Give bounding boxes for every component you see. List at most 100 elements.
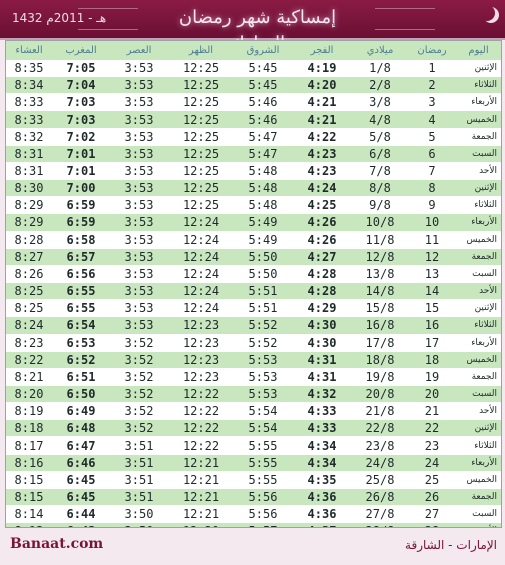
table-cell: 8:32	[6, 128, 52, 146]
table-cell: 3/8	[352, 93, 408, 112]
table-cell: 12/8	[352, 248, 408, 266]
table-cell: 4:21	[292, 110, 352, 129]
table-cell: 6:50	[52, 385, 110, 404]
table-cell: 3:52	[110, 351, 168, 369]
table-cell: 8:15	[6, 488, 52, 507]
column-header: العشاء	[6, 41, 52, 60]
table-cell: 3:52	[110, 385, 168, 404]
table-cell: 4:32	[292, 385, 352, 404]
table-cell: 12:25	[168, 110, 234, 129]
table-cell: 3:53	[110, 145, 168, 163]
table-cell: الثلاثاء	[456, 436, 501, 455]
table-cell: 3:53	[110, 248, 168, 266]
table-cell: 19	[408, 368, 456, 386]
table-cell: 7:05	[52, 60, 110, 78]
table-cell: 11/8	[352, 231, 408, 249]
table-cell: 8:17	[6, 436, 52, 455]
table-cell: الثلاثاء	[456, 196, 501, 215]
table-cell: 4:33	[292, 419, 352, 438]
table-cell: الثلاثاء	[456, 316, 501, 335]
table-cell: 8:20	[6, 385, 52, 404]
table-cell: السبت	[456, 505, 501, 524]
table-cell: الخميس	[456, 110, 501, 129]
table-cell: 5:46	[234, 93, 292, 112]
table-cell: الأحد	[456, 162, 501, 181]
table-cell: 8:24	[6, 316, 52, 335]
table-cell: 8	[408, 179, 456, 198]
table-cell: 10/8	[352, 213, 408, 232]
table-cell: 6	[408, 145, 456, 163]
table-cell: الأربعاء	[456, 334, 501, 352]
table-cell: 5:54	[234, 402, 292, 421]
table-row: 8:29 6:59 3:53 12:25 5:48 4:25 9/8 9 الثلاثاء	[6, 196, 501, 215]
table-cell: 5:54	[234, 419, 292, 438]
table-cell: 12:25	[168, 145, 234, 163]
table-cell: 12:23	[168, 368, 234, 386]
table-row: 8:34 7:04 3:53 12:25 5:45 4:20 2/8 2 الثلاثاء	[6, 76, 501, 95]
table-cell: 5:55	[234, 454, 292, 472]
table-cell: 3:50	[110, 505, 168, 524]
table-cell: 1/8	[352, 60, 408, 78]
table-cell: 23/8	[352, 436, 408, 455]
table-cell: 12:24	[168, 282, 234, 301]
table-cell: 8:19	[6, 402, 52, 421]
table-cell: 6:56	[52, 265, 110, 284]
table-cell: 27	[408, 505, 456, 524]
table-row: 8:25 6:55 3:53 12:24 5:51 4:28 14/8 14 الأحد	[6, 282, 501, 301]
table-cell: 4:30	[292, 316, 352, 335]
table-cell: 7:01	[52, 145, 110, 163]
table-row: 8:21 6:51 3:52 12:23 5:53 4:31 19/8 19 الجمعة	[6, 368, 501, 386]
table-cell: 5:47	[234, 128, 292, 146]
table-cell: 5:49	[234, 213, 292, 232]
table-row: 8:30 7:00 3:53 12:25 5:48 4:24 8/8 8 الإثنين	[6, 179, 501, 198]
table-cell: 6:46	[52, 454, 110, 472]
table-cell: 9/8	[352, 196, 408, 215]
table-row: 8:25 6:55 3:53 12:24 5:51 4:29 15/8 15 الإثنين	[6, 299, 501, 318]
table-cell: السبت	[456, 145, 501, 163]
table-cell: 4:24	[292, 179, 352, 198]
table-cell: 5:57	[234, 522, 292, 527]
column-header: رمضان	[408, 41, 456, 60]
table-cell: 16/8	[352, 316, 408, 335]
ramadan-schedule-table: العشاء المغرب العصر الظهر الشروق الفجر ميلادي ر…	[6, 41, 501, 527]
table-cell: 12:23	[168, 316, 234, 335]
table-cell: 13/8	[352, 265, 408, 284]
table-row: 8:17 6:47 3:51 12:22 5:55 4:34 23/8 23 الثلاثاء	[6, 436, 501, 455]
table-cell: 22	[408, 419, 456, 438]
table-cell: 17/8	[352, 334, 408, 352]
table-cell: 8:28	[6, 231, 52, 249]
table-cell: 3:53	[110, 316, 168, 335]
table-row: 8:27 6:57 3:53 12:24 5:50 4:27 12/8 12 الجمعة	[6, 248, 501, 266]
table-cell: 3:53	[110, 76, 168, 95]
table-cell: 22/8	[352, 419, 408, 438]
table-cell: الجمعة	[456, 368, 501, 386]
table-cell: 4:20	[292, 76, 352, 95]
table-cell: 5:52	[234, 316, 292, 335]
table-row: 8:20 6:50 3:52 12:22 5:53 4:32 20/8 20 السبت	[6, 385, 501, 404]
table-row: 8:28 6:58 3:53 12:24 5:49 4:26 11/8 11 الخميس	[6, 231, 501, 249]
table-cell: 4:19	[292, 60, 352, 78]
table-cell: 5:51	[234, 282, 292, 301]
table-cell: 16	[408, 316, 456, 335]
table-cell: 5:49	[234, 231, 292, 249]
table-cell: 3:53	[110, 128, 168, 146]
table-cell: 4:31	[292, 368, 352, 386]
table-cell: 27/8	[352, 505, 408, 524]
table-cell: 8:21	[6, 368, 52, 386]
table-cell: 18	[408, 351, 456, 369]
table-cell: 5	[408, 128, 456, 146]
table-cell: 7	[408, 162, 456, 181]
table-cell: 8:15	[6, 471, 52, 489]
table-cell: 6:44	[52, 505, 110, 524]
table-cell: 5:50	[234, 265, 292, 284]
table-cell: الخميس	[456, 231, 501, 249]
table-cell: 20	[408, 385, 456, 404]
table-cell: 3:50	[110, 522, 168, 527]
table-cell: 4:26	[292, 231, 352, 249]
table-cell: 3:53	[110, 162, 168, 181]
table-cell: 4:31	[292, 351, 352, 369]
table-cell: 4:25	[292, 196, 352, 215]
header-title: إمساكية شهر رمضان المبارك	[178, 7, 337, 54]
table-cell: 26/8	[352, 488, 408, 507]
table-cell: 12:22	[168, 402, 234, 421]
